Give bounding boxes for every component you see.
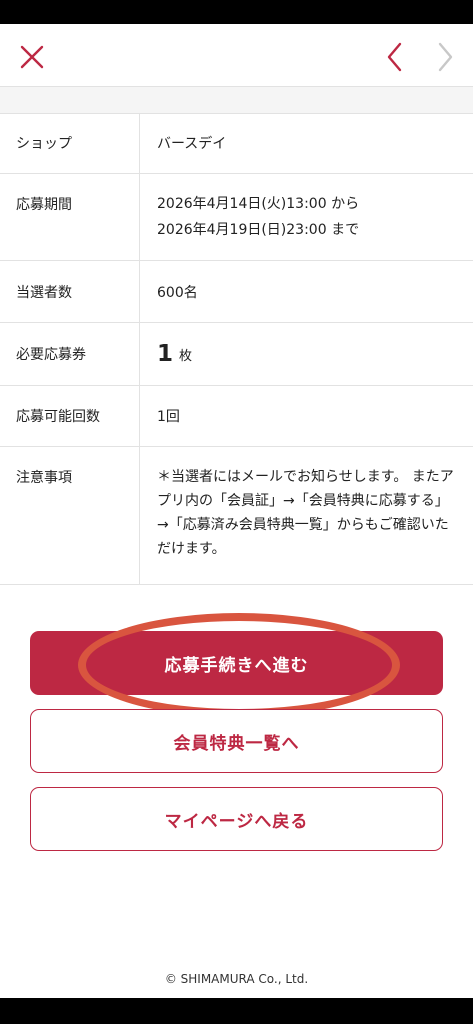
chevron-right-icon [438, 42, 453, 72]
winners-label: 当選者数 [0, 261, 140, 322]
previous-button[interactable] [378, 38, 412, 74]
winners-value: 600名 [157, 284, 198, 301]
tickets-number: 1 [157, 341, 174, 367]
shop-value: バースデイ [157, 136, 227, 152]
top-nav-bar [0, 24, 473, 87]
member-benefits-list-button[interactable]: 会員特典一覧へ [30, 709, 443, 773]
count-value: 1回 [157, 409, 180, 425]
notes-label: 注意事項 [0, 447, 140, 584]
row-period: 応募期間 2026年4月14日(火)13:00 から 2026年4月19日(日)… [0, 174, 473, 261]
notes-text: ＊当選者にはメールでお知らせします。 またアプリ内の「会員証」→「会員特典に応募… [157, 469, 454, 557]
row-winners: 当選者数 600名 [0, 261, 473, 323]
tickets-unit: 枚 [179, 348, 193, 364]
row-notes: 注意事項 ＊当選者にはメールでお知らせします。 またアプリ内の「会員証」→「会員… [0, 447, 473, 585]
chevron-left-icon [387, 42, 402, 72]
detail-table: ショップ バースデイ 応募期間 2026年4月14日(火)13:00 から 20… [0, 113, 473, 585]
period-start: 2026年4月14日(火)13:00 から [157, 196, 360, 212]
section-spacer [0, 87, 473, 114]
navigation-bar [0, 998, 473, 1024]
row-count: 応募可能回数 1回 [0, 386, 473, 447]
back-to-mypage-button[interactable]: マイページへ戻る [30, 787, 443, 851]
count-label: 応募可能回数 [0, 386, 140, 446]
shop-label: ショップ [0, 113, 140, 173]
next-button[interactable] [428, 38, 462, 74]
apply-button[interactable]: 応募手続きへ進む [30, 631, 443, 695]
copyright: © SHIMAMURA Co., Ltd. [164, 972, 309, 986]
row-tickets: 必要応募券 1 枚 [0, 323, 473, 386]
status-bar [0, 0, 473, 24]
period-end: 2026年4月19日(日)23:00 まで [157, 222, 360, 238]
tickets-label: 必要応募券 [0, 323, 140, 385]
row-shop: ショップ バースデイ [0, 113, 473, 174]
close-icon [20, 45, 44, 69]
notes-value: ＊当選者にはメールでお知らせします。 またアプリ内の「会員証」→「会員特典に応募… [140, 447, 473, 584]
tickets-value: 1 枚 [140, 323, 473, 385]
close-button[interactable] [14, 38, 50, 74]
period-value: 2026年4月14日(火)13:00 から 2026年4月19日(日)23:00… [140, 174, 473, 260]
period-label: 応募期間 [0, 174, 140, 260]
